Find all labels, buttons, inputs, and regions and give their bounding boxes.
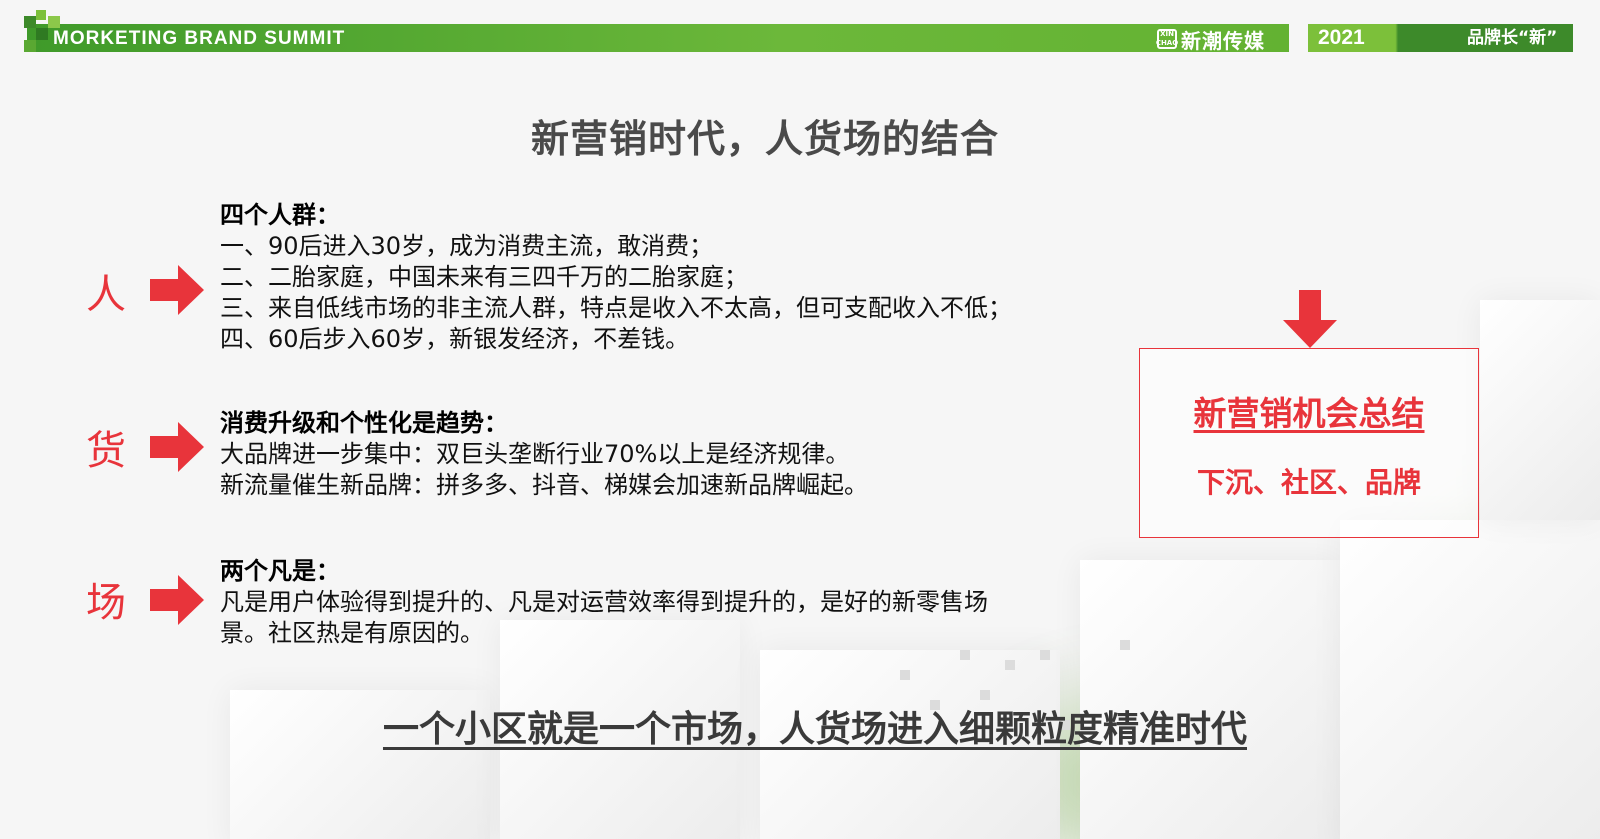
summary-title: 新营销机会总结 bbox=[1193, 394, 1425, 433]
pixel-decoration bbox=[24, 40, 36, 52]
summary-subtitle: 下沉、社区、品牌 bbox=[1196, 466, 1421, 499]
row-char-goods: 货 bbox=[86, 428, 126, 474]
tagline: 品牌长“新” bbox=[1467, 28, 1558, 48]
place-line: 景。社区热是有原因的。 bbox=[220, 619, 484, 647]
goods-heading: 消费升级和个性化是趋势： bbox=[220, 409, 508, 437]
goods-line: 大品牌进一步集中：双巨头垄断行业70%以上是经济规律。 bbox=[220, 440, 850, 468]
row-char-people: 人 bbox=[86, 272, 126, 318]
pixel-decoration bbox=[36, 10, 46, 20]
right-arrow-icon bbox=[150, 265, 204, 315]
right-arrow-icon bbox=[150, 422, 204, 472]
people-block: 四个人群： 一、90后进入30岁，成为消费主流，敢消费； 二、二胎家庭，中国未来… bbox=[220, 200, 1012, 355]
people-heading: 四个人群： bbox=[220, 201, 340, 229]
conclusion-text: 一个小区就是一个市场，人货场进入细颗粒度精准时代 bbox=[382, 709, 1247, 750]
goods-line: 新流量催生新品牌：拼多多、抖音、梯媒会加速新品牌崛起。 bbox=[220, 471, 868, 499]
people-line: 三、来自低线市场的非主流人群，特点是收入不太高，但可支配收入不低； bbox=[220, 294, 1012, 322]
brand-logo: XIN CHAO 新潮传媒 bbox=[1155, 27, 1265, 53]
summary-box: 新营销机会总结 下沉、社区、品牌 bbox=[1139, 348, 1479, 538]
place-line: 凡是用户体验得到提升的、凡是对运营效率得到提升的，是好的新零售场 bbox=[220, 588, 988, 616]
page-title: 新营销时代，人货场的结合 bbox=[530, 117, 999, 161]
people-line: 四、60后步入60岁，新银发经济，不差钱。 bbox=[220, 325, 690, 353]
summit-title: MORKETING BRAND SUMMIT bbox=[53, 28, 346, 49]
right-arrow-icon bbox=[150, 575, 204, 625]
people-line: 二、二胎家庭，中国未来有三四千万的二胎家庭； bbox=[220, 263, 748, 291]
place-heading: 两个凡是： bbox=[220, 557, 340, 585]
brand-name: 新潮传媒 bbox=[1181, 28, 1265, 53]
pixel-decoration bbox=[36, 28, 48, 40]
year-label: 2021 bbox=[1318, 26, 1365, 49]
people-line: 一、90后进入30岁，成为消费主流，敢消费； bbox=[220, 232, 714, 260]
down-arrow-icon bbox=[1283, 290, 1337, 348]
goods-block: 消费升级和个性化是趋势： 大品牌进一步集中：双巨头垄断行业70%以上是经济规律。… bbox=[220, 408, 868, 501]
place-block: 两个凡是： 凡是用户体验得到提升的、凡是对运营效率得到提升的，是好的新零售场 景… bbox=[220, 556, 988, 649]
pixel-decoration bbox=[24, 16, 36, 28]
row-char-place: 场 bbox=[86, 580, 126, 626]
xinchao-logo-icon: XIN CHAO bbox=[1155, 29, 1179, 49]
